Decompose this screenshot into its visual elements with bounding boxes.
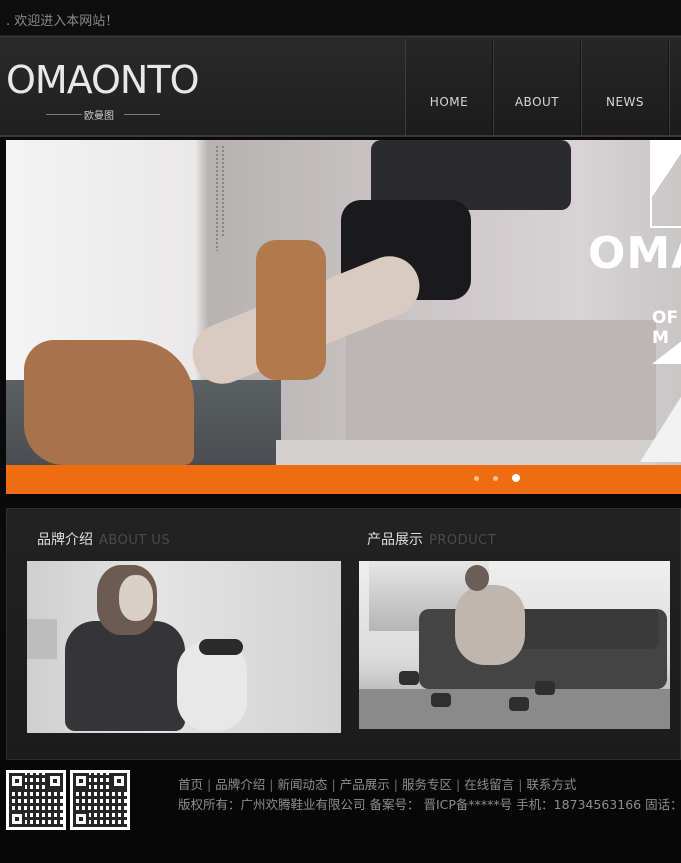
logo-text: OMAONTO bbox=[6, 58, 199, 102]
footer-link-news[interactable]: 新闻动态 bbox=[277, 777, 327, 792]
banner-vertical-decoration bbox=[216, 146, 224, 251]
product-heading[interactable]: 产品展示 PRODUCT bbox=[367, 529, 496, 549]
nav-item-label: HOME bbox=[429, 95, 469, 109]
nav-item-label: ABOUT bbox=[514, 95, 560, 109]
copyright-text: 版权所有：广州欢腾鞋业有限公司 备案号： 晋ICP备*****号 手机：1873… bbox=[178, 797, 681, 812]
main-nav: HOME ABOUT NEWS bbox=[405, 39, 681, 135]
nav-item-news[interactable]: NEWS bbox=[581, 39, 669, 135]
slider-dots bbox=[474, 474, 520, 482]
footer-link-service[interactable]: 服务专区 bbox=[402, 777, 452, 792]
footer-link-contact[interactable]: 联系方式 bbox=[526, 777, 576, 792]
content-section: 品牌介绍 ABOUT US 产品展示 PRODUCT bbox=[6, 508, 681, 760]
slider-dot[interactable] bbox=[493, 475, 498, 481]
slider-dot[interactable] bbox=[474, 475, 479, 481]
about-image[interactable] bbox=[27, 561, 341, 733]
site-footer: 首页 | 品牌介绍 | 新闻动态 | 产品展示 | 服务专区 | 在线留言 | 联系方式 版权所有：广州… bbox=[0, 760, 681, 863]
slider-dot-active[interactable] bbox=[512, 474, 520, 482]
hero-banner[interactable]: OMAC OF M bbox=[6, 140, 681, 494]
nav-item-more[interactable] bbox=[669, 39, 681, 135]
site-header: OMAONTO 欧曼图 HOME ABOUT NEWS bbox=[0, 36, 681, 137]
footer-link-home[interactable]: 首页 bbox=[178, 777, 203, 792]
nav-item-home[interactable]: HOME bbox=[405, 39, 493, 135]
logo-subtitle-text: 欧曼图 bbox=[84, 111, 114, 122]
top-bar: . 欢迎进入本网站！ bbox=[0, 0, 681, 36]
welcome-text: . 欢迎进入本网站！ bbox=[6, 14, 119, 29]
footer-link-message[interactable]: 在线留言 bbox=[464, 777, 514, 792]
logo-subtitle: 欧曼图 bbox=[46, 107, 166, 122]
qr-code-image bbox=[6, 770, 66, 830]
site-logo[interactable]: OMAONTO 欧曼图 bbox=[6, 57, 206, 127]
product-image[interactable] bbox=[359, 561, 670, 729]
banner-strip bbox=[6, 465, 681, 494]
product-title: 产品展示 bbox=[367, 532, 423, 548]
about-heading[interactable]: 品牌介绍 ABOUT US bbox=[37, 529, 170, 549]
qr-code-image bbox=[70, 770, 130, 830]
product-subtitle: PRODUCT bbox=[429, 533, 497, 548]
footer-links: 首页 | 品牌介绍 | 新闻动态 | 产品展示 | 服务专区 | 在线留言 | 联系方式 bbox=[178, 777, 577, 792]
about-title: 品牌介绍 bbox=[37, 532, 93, 548]
banner-image: OMAC OF M bbox=[6, 140, 681, 465]
nav-item-label: NEWS bbox=[605, 95, 645, 109]
nav-item-about[interactable]: ABOUT bbox=[493, 39, 581, 135]
about-subtitle: ABOUT US bbox=[99, 533, 171, 548]
banner-brand-text: OMAC bbox=[588, 228, 681, 279]
footer-link-products[interactable]: 产品展示 bbox=[340, 777, 390, 792]
footer-link-about[interactable]: 品牌介绍 bbox=[215, 777, 265, 792]
